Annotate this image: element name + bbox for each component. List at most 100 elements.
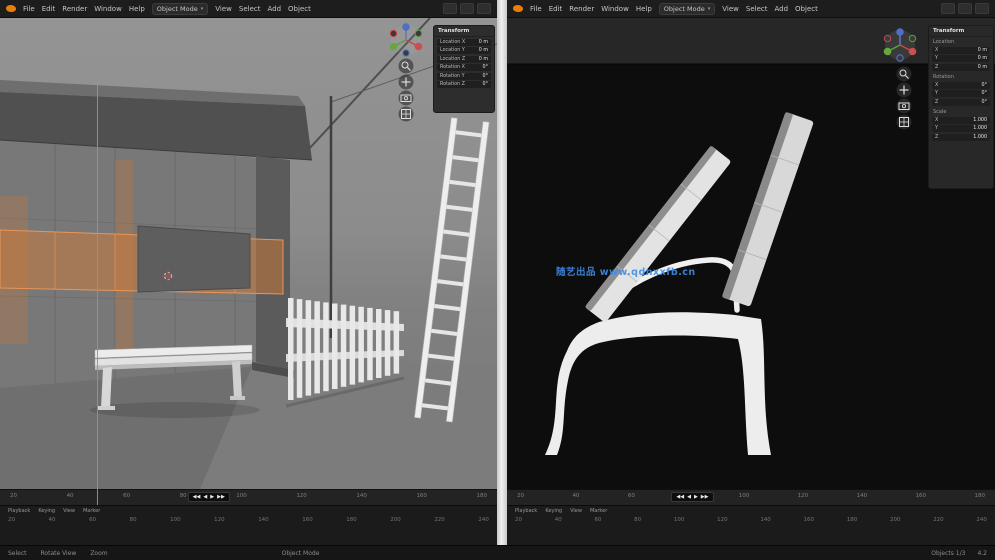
overlay-toggle-icon[interactable] [460, 3, 474, 14]
jump-start-button[interactable]: ◀◀ [676, 494, 684, 500]
watermark: 随艺出品 www.qdnxxfb.cn [556, 267, 696, 278]
zoom-tool-icon[interactable] [896, 66, 912, 82]
timeline-ticks: 2040 6080 100120 140160 180 [10, 493, 487, 499]
status-mode: Object Mode [281, 549, 320, 557]
field-location-z[interactable]: Z0 m [932, 63, 990, 71]
menu-playback[interactable]: Playback [515, 508, 537, 514]
menu-view[interactable]: View [215, 5, 232, 13]
menu-select[interactable]: Select [239, 5, 261, 13]
header-toggles [443, 3, 491, 14]
field-rotation-z[interactable]: Z 0° [932, 98, 990, 106]
menu-view[interactable]: View [722, 5, 739, 13]
field-scale-z[interactable]: Z 1.000 [932, 133, 990, 141]
gizmo-toggle-icon[interactable] [975, 3, 989, 14]
menu-window[interactable]: Window [601, 5, 629, 13]
panel-title[interactable]: Transform [434, 26, 494, 37]
menu-file[interactable]: File [23, 5, 35, 13]
chevron-down-icon: ▾ [707, 5, 711, 12]
menu-select[interactable]: Select [746, 5, 768, 13]
field-scale-x[interactable]: X 1.000 [932, 116, 990, 124]
menu-edit[interactable]: Edit [42, 5, 56, 13]
section-scale: Scale [933, 109, 947, 115]
field-location-x[interactable]: X0 m [932, 46, 990, 54]
menu-help[interactable]: Help [129, 5, 145, 13]
jump-end-button[interactable]: ▶▶ [701, 494, 709, 500]
mode-dropdown[interactable]: Object Mode ▾ [151, 2, 209, 15]
playback-controls: ◀◀ ◀ ▶ ▶▶ [187, 492, 230, 502]
menu-add[interactable]: Add [774, 5, 788, 13]
playback-controls: ◀◀ ◀ ▶ ▶▶ [671, 492, 714, 502]
mode-dropdown[interactable]: Object Mode ▾ [658, 2, 716, 15]
field-rotation-z[interactable]: Rotation Z 0° [437, 81, 491, 88]
timeline-menus: Playback Keying View Marker [507, 506, 995, 514]
blender-logo-icon[interactable] [513, 5, 523, 12]
left-dopesheet[interactable]: Playback Keying View Marker 20 40 60 80 10… [0, 505, 497, 545]
x-axis-dot[interactable] [908, 47, 917, 56]
field-location-y[interactable]: Y0 m [932, 55, 990, 62]
menu-help[interactable]: Help [636, 5, 652, 13]
status-bar: Select Rotate View Zoom Object Mode Obje… [0, 545, 995, 560]
right-3d-viewport[interactable]: Transform Location X0 m Y0 m Z0 m Rotati… [507, 18, 995, 489]
section-rotation: Rotation [933, 74, 954, 80]
play-button[interactable]: ▶ [210, 494, 214, 500]
dopesheet-ticks: 20 40 60 80 100 120 140 160 180 200 220 240 [515, 517, 987, 523]
field-location-y[interactable]: Location Y0 m [437, 47, 491, 54]
menu-marker[interactable]: Marker [590, 508, 607, 514]
shading-toggle-icon[interactable] [941, 3, 955, 14]
menu-window[interactable]: Window [94, 5, 122, 13]
shelter-window[interactable] [137, 225, 251, 293]
y-axis-dot[interactable] [883, 47, 892, 56]
timeline-menus: Playback Keying View Marker [0, 506, 497, 514]
playhead-guide-line[interactable] [97, 18, 98, 505]
menu-render[interactable]: Render [569, 5, 594, 13]
field-location-x[interactable]: Location X0 m [437, 38, 491, 46]
right-timeline[interactable]: 2040 6080 100120 140160 180 ◀◀ ◀ ▶ ▶▶ [507, 489, 995, 505]
field-rotation-x[interactable]: Rotation X 0° [437, 64, 491, 71]
right-dopesheet[interactable]: Playback Keying View Marker 20 40 60 80 10… [507, 505, 995, 545]
menu-timeline-view[interactable]: View [63, 508, 75, 514]
gizmo-toggle-icon[interactable] [477, 3, 491, 14]
y-axis-dot[interactable] [389, 42, 398, 51]
left-timeline[interactable]: 20 40 60 80 100 120 140 160 180 ◀◀ ◀ ▶ ▶▶ [0, 489, 497, 505]
z-axis-dot[interactable] [402, 23, 410, 31]
blender-logo-icon[interactable] [6, 5, 16, 12]
left-menubar: File Edit Render Window Help Object Mode… [0, 0, 497, 18]
z-axis-dot[interactable] [896, 28, 904, 36]
x-axis-dot[interactable] [414, 42, 423, 51]
status-select-hint: Select [8, 549, 27, 557]
menu-playback[interactable]: Playback [8, 508, 30, 514]
window-divider [497, 0, 507, 545]
left-transform-panel: Transform Location X0 m Location Y0 m Lo… [433, 25, 495, 113]
menu-render[interactable]: Render [62, 5, 87, 13]
menu-keying[interactable]: Keying [545, 508, 562, 514]
prev-frame-button[interactable]: ◀ [203, 494, 207, 500]
menu-object[interactable]: Object [795, 5, 818, 13]
overlay-toggle-icon[interactable] [958, 3, 972, 14]
status-stats: Objects 1/3 4.2 [931, 550, 987, 557]
menu-file[interactable]: File [530, 5, 542, 13]
menu-marker[interactable]: Marker [83, 508, 100, 514]
field-location-z[interactable]: Location Z0 m [437, 55, 491, 63]
mode-label: Object Mode [156, 4, 198, 13]
menu-timeline-view[interactable]: View [570, 508, 582, 514]
status-rotate-hint: Rotate View [40, 549, 77, 557]
chevron-down-icon: ▾ [200, 5, 204, 12]
jump-end-button[interactable]: ▶▶ [217, 494, 225, 500]
menu-keying[interactable]: Keying [38, 508, 55, 514]
menu-edit[interactable]: Edit [549, 5, 563, 13]
section-location: Location [933, 39, 955, 45]
field-rotation-y[interactable]: Y 0° [932, 90, 990, 97]
field-rotation-x[interactable]: X 0° [932, 81, 990, 89]
field-rotation-y[interactable]: Rotation Y 0° [437, 72, 491, 80]
screenshot-root: File Edit Render Window Help Object Mode… [0, 0, 995, 560]
play-button[interactable]: ▶ [694, 494, 698, 500]
panel-title[interactable]: Transform [929, 26, 993, 37]
jump-start-button[interactable]: ◀◀ [193, 494, 201, 500]
zoom-tool-icon[interactable] [398, 58, 414, 74]
left-3d-viewport[interactable]: Transform Location X0 m Location Y0 m Lo… [0, 18, 497, 489]
field-scale-y[interactable]: Y 1.000 [932, 125, 990, 132]
menu-add[interactable]: Add [267, 5, 281, 13]
menu-object[interactable]: Object [288, 5, 311, 13]
prev-frame-button[interactable]: ◀ [687, 494, 691, 500]
shading-toggle-icon[interactable] [443, 3, 457, 14]
